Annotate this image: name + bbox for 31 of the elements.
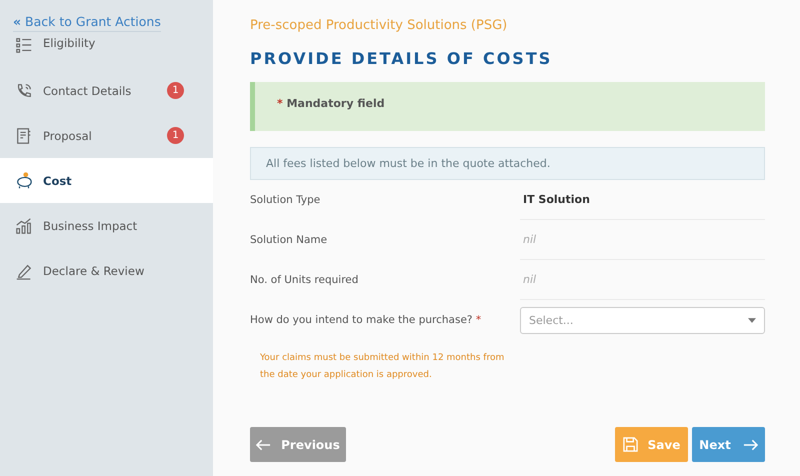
piggy-bank-icon xyxy=(15,172,33,190)
warning-text: Your claims must be submitted within 12 months from the date your application is approved. xyxy=(259,352,506,382)
nav-item[interactable]: Contact Details 1 xyxy=(0,68,213,113)
phone-icon xyxy=(15,82,33,100)
info-note: All fees listed below must be in the quote attached. xyxy=(250,147,765,180)
count-badge: 1 xyxy=(167,82,184,99)
field-label: Solution Type xyxy=(250,194,322,206)
field-label: Solution Name xyxy=(250,234,328,246)
arrow-right-icon xyxy=(742,438,758,450)
document-icon xyxy=(15,126,33,144)
list-icon xyxy=(15,36,33,54)
arrow-left-icon xyxy=(256,438,272,450)
page-subtitle: Pre-scoped Productivity Solutions (PSG) xyxy=(250,18,508,33)
next-button[interactable]: Next xyxy=(692,427,765,462)
nav-item[interactable]: Business Impact xyxy=(0,203,213,248)
caret-icon xyxy=(748,318,756,322)
field-label: How do you intend to make the purchase? * xyxy=(250,314,482,326)
nav-item[interactable]: Cost xyxy=(0,158,213,203)
field-value: nil xyxy=(520,220,765,260)
nav-item[interactable]: Declare & Review xyxy=(0,248,213,293)
mandatory-note: * Mandatory field xyxy=(250,82,765,131)
save-icon xyxy=(622,437,638,452)
count-badge: 1 xyxy=(167,127,184,144)
field-value: nil xyxy=(520,260,765,300)
back-link[interactable]: « Back to Grant Actions xyxy=(13,14,161,32)
field-value: IT Solution xyxy=(520,180,765,220)
page-title: PROVIDE DETAILS OF COSTS xyxy=(250,49,554,68)
field-label: No. of Units required xyxy=(250,274,360,286)
nav-item[interactable]: Proposal 1 xyxy=(0,113,213,158)
bar-chart-icon xyxy=(15,216,33,234)
nav-item[interactable]: Eligibility xyxy=(0,32,213,68)
